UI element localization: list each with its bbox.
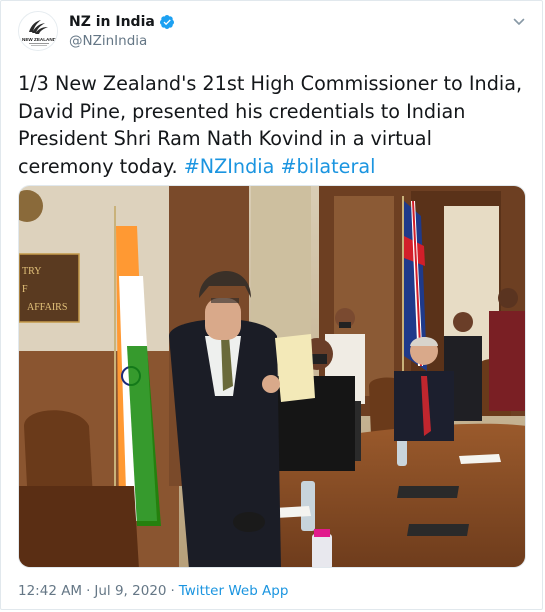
tweet-text: 1/3 New Zealand's 21st High Commissioner… (18, 70, 533, 180)
verified-badge-icon (159, 15, 174, 29)
tweet-time[interactable]: 12:42 AM (18, 583, 82, 599)
tweet-source-link[interactable]: Twitter Web App (179, 583, 289, 599)
author-display-name[interactable]: NZ in India (69, 14, 155, 30)
author-handle[interactable]: @NZinIndia (69, 33, 147, 49)
avatar-logo-text: NEW ZEALAND (22, 37, 57, 42)
tweet-card: NEW ZEALAND NZ in India @NZinIndia 1/3 N… (0, 0, 543, 610)
tweet-date[interactable]: Jul 9, 2020 (94, 583, 166, 599)
sign-line-3: AFFAIRS (27, 302, 67, 313)
sign-line-1: TRY (22, 266, 41, 277)
tweet-meta: 12:42 AM · Jul 9, 2020 · Twitter Web App (18, 583, 288, 599)
meta-separator: · (86, 583, 91, 599)
chevron-down-icon[interactable] (512, 15, 526, 29)
avatar[interactable]: NEW ZEALAND (18, 11, 58, 51)
hashtag-bilateral[interactable]: #bilateral (280, 155, 375, 178)
tweet-photo[interactable]: TRY F AFFAIRS (18, 185, 526, 568)
sign-line-2: F (22, 284, 28, 295)
author-name-row: NZ in India (69, 14, 175, 30)
meta-separator-2: · (170, 583, 175, 599)
credentials-ceremony-photo: TRY F AFFAIRS (19, 186, 525, 567)
hashtag-nzindia[interactable]: #NZIndia (184, 155, 275, 178)
